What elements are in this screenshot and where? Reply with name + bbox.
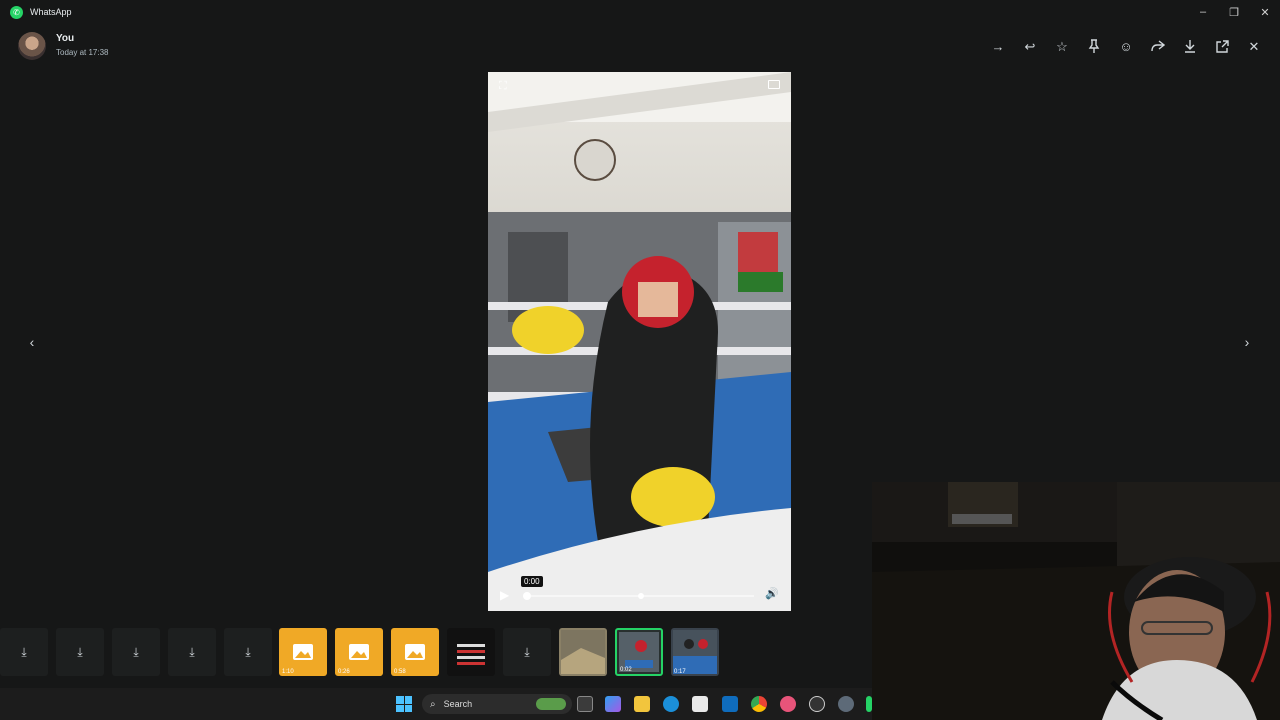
seek-handle[interactable] [523,592,531,600]
download-media-button[interactable]: ⤓ [0,628,48,676]
time-tooltip: 0:00 [521,576,543,587]
previous-media-arrow-icon[interactable]: ‹ [23,333,41,351]
download-icon[interactable] [1181,37,1199,55]
chrome-icon[interactable] [751,696,767,712]
media-strip: ⤓ ⤓ ⤓ ⤓ ⤓ 1:10 0:26 0:58 ⤓ 0:02 0:17 [0,622,872,688]
next-media-arrow-icon[interactable]: › [1238,333,1256,351]
close-icon[interactable]: ✕ [1245,37,1263,55]
image-placeholder-icon [293,644,313,660]
image-placeholder-icon [349,644,369,660]
media-thumbnail[interactable]: 0:58 [391,628,439,676]
video-thumbnail [619,632,659,672]
restore-button[interactable]: ❐ [1224,3,1244,21]
volume-icon[interactable]: 🔊 [765,587,779,600]
emoji-icon[interactable]: ☺ [1117,37,1135,55]
image-placeholder-icon [405,644,425,660]
webcam-image [872,482,1280,720]
settings-icon[interactable] [838,696,854,712]
task-view-icon[interactable] [577,696,593,712]
thumbnail-duration: 0:26 [338,669,350,675]
thumbnail-duration: 0:58 [394,669,406,675]
download-media-button[interactable]: ⤓ [503,628,551,676]
thumbnail-duration: 1:10 [282,669,294,675]
download-media-button[interactable]: ⤓ [224,628,272,676]
media-thumbnail[interactable]: 1:10 [279,628,327,676]
copilot-icon[interactable] [605,696,621,712]
media-thumbnail[interactable] [559,628,607,676]
avatar [18,32,46,60]
media-thumbnail[interactable]: 0:17 [671,628,719,676]
window-close-button[interactable]: ✕ [1255,3,1275,21]
store-icon[interactable] [692,696,708,712]
webcam-overlay [872,482,1280,720]
fullscreen-icon[interactable]: ⛶ [499,80,507,93]
reply-icon[interactable]: ↩ [1021,37,1039,55]
thumbnail-duration: 0:02 [620,667,632,673]
buffer-marker [638,593,644,599]
sender-timestamp: Today at 17:38 [56,48,109,57]
media-thumbnail[interactable]: 0:26 [335,628,383,676]
share-icon[interactable] [1149,37,1167,55]
seek-bar[interactable] [523,592,754,600]
download-media-button[interactable]: ⤓ [56,628,104,676]
video-frame-image [488,72,791,611]
media-thumbnail[interactable] [447,628,495,676]
sender-name: You [56,33,75,44]
play-icon[interactable]: ▶ [500,588,509,602]
download-media-button[interactable]: ⤓ [112,628,160,676]
thumbnail-duration: 0:17 [674,669,686,675]
app-icon[interactable] [780,696,796,712]
file-explorer-icon[interactable] [634,696,650,712]
taskbar-search[interactable]: ⌕ Search [422,694,572,714]
whatsapp-logo-icon: ✆ [10,6,23,19]
text-poster-thumbnail [457,644,485,665]
media-thumbnail-selected[interactable]: 0:02 [615,628,663,676]
app-title: WhatsApp [30,7,72,17]
windows-start-icon[interactable] [396,696,412,712]
search-icon: ⌕ [430,698,436,710]
open-external-icon[interactable] [1213,37,1231,55]
forward-arrow-icon[interactable]: → [989,37,1007,55]
pin-icon[interactable] [1085,37,1103,55]
video-thumbnail [673,630,717,674]
title-bar: ✆ WhatsApp – ❐ ✕ [0,0,1280,24]
picture-in-picture-icon[interactable] [768,80,780,89]
star-icon[interactable]: ☆ [1053,37,1071,55]
outlook-icon[interactable] [722,696,738,712]
video-player[interactable]: ⛶ 0:00 ▶ 🔊 [488,72,791,611]
download-media-button[interactable]: ⤓ [168,628,216,676]
edge-browser-icon[interactable] [663,696,679,712]
photo-thumbnail [561,630,605,674]
search-highlight-icon [536,698,566,710]
minimize-button[interactable]: – [1193,3,1213,21]
search-label: Search [443,699,473,709]
app-icon[interactable] [809,696,825,712]
